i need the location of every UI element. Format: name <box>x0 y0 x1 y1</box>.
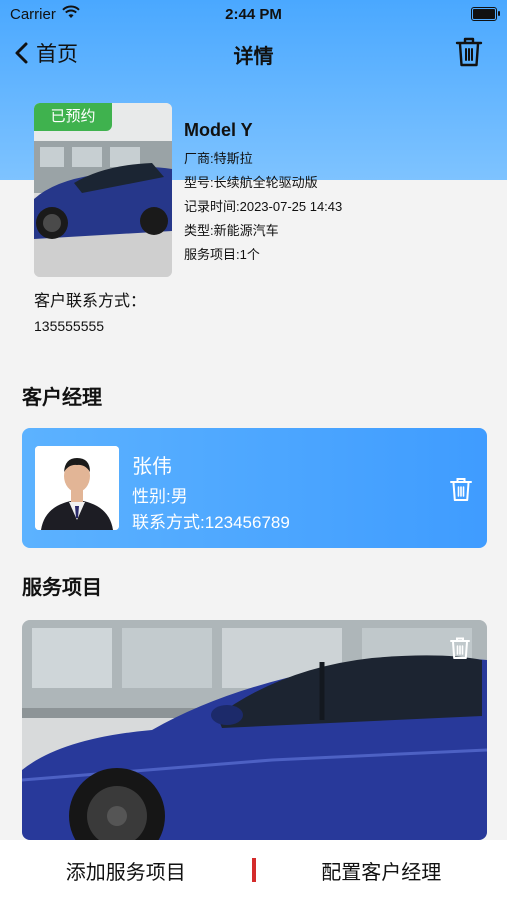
manager-avatar <box>35 446 119 530</box>
manager-photo <box>35 446 119 530</box>
reservation-badge: 已预约 <box>34 103 112 131</box>
car-info: Model Y 厂商:特斯拉 型号:长续航全轮驱动版 记录时间:2023-07-… <box>184 120 342 267</box>
customer-contact-value: 135555555 <box>34 318 105 334</box>
nav-bar: 首页 详情 <box>0 30 507 74</box>
clock: 2:44 PM <box>225 6 282 23</box>
delete-record-icon[interactable] <box>455 36 483 68</box>
bottom-action-bar: 添加服务项目 配置客户经理 <box>0 840 507 900</box>
car-model: Model Y <box>184 120 253 140</box>
status-bar: Carrier 2:44 PM <box>0 0 507 30</box>
manager-section-title: 客户经理 <box>22 387 102 409</box>
page-title: 详情 <box>233 46 274 68</box>
service-item-card[interactable] <box>22 620 487 840</box>
car-category: 类型:新能源汽车 <box>184 223 279 238</box>
assign-manager-button[interactable]: 配置客户经理 <box>256 856 507 885</box>
car-variant: 型号:长续航全轮驱动版 <box>184 175 318 190</box>
battery-icon <box>471 7 500 21</box>
manager-contact: 联系方式:123456789 <box>132 513 290 532</box>
service-photo-image <box>22 620 487 840</box>
delete-service-icon[interactable] <box>449 636 471 660</box>
customer-contact-label: 客户联系方式： <box>34 293 147 310</box>
service-count: 服务项目:1个 <box>184 247 260 262</box>
manager-card[interactable]: 张伟 性别:男 联系方式:123456789 <box>22 428 487 548</box>
car-maker: 厂商:特斯拉 <box>184 151 253 166</box>
delete-manager-icon[interactable] <box>449 476 473 502</box>
manager-gender: 性别:男 <box>132 487 188 506</box>
service-section-title: 服务项目 <box>22 577 102 599</box>
record-time: 记录时间:2023-07-25 14:43 <box>184 199 343 214</box>
add-service-button[interactable]: 添加服务项目 <box>0 856 252 885</box>
manager-name: 张伟 <box>132 456 172 478</box>
